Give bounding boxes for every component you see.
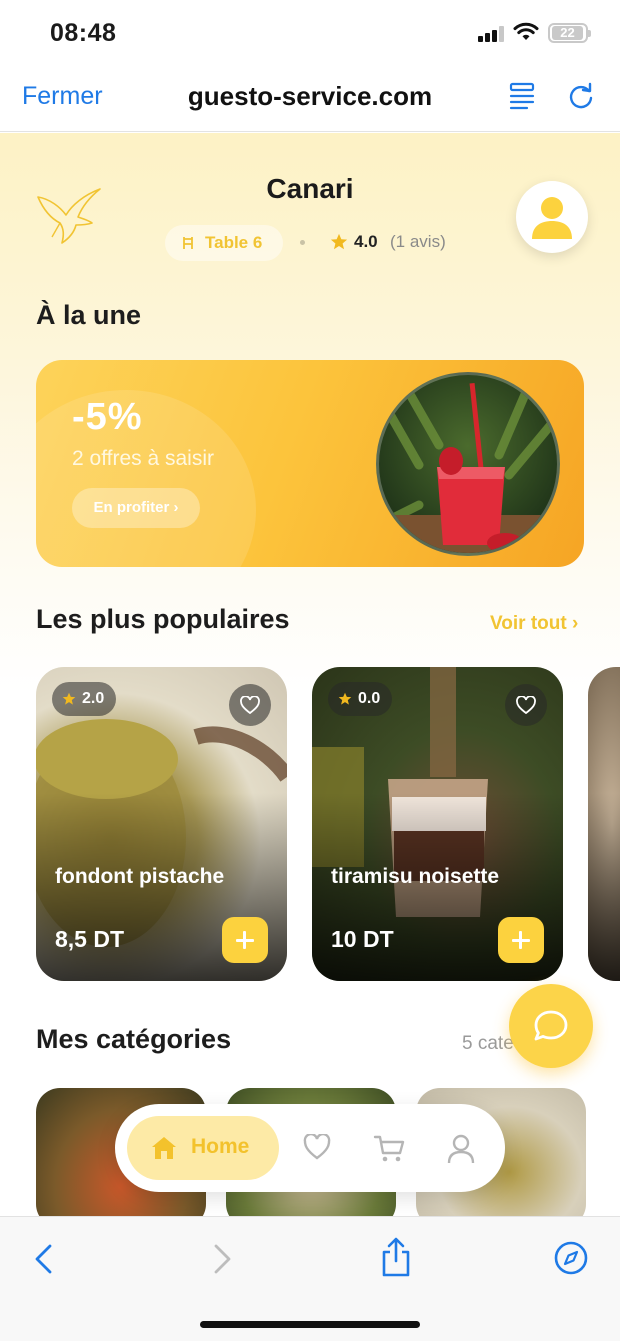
- cellular-signal-icon: [478, 26, 506, 42]
- home-indicator: [200, 1321, 420, 1328]
- nav-cart-icon[interactable]: [373, 1134, 405, 1164]
- add-to-cart-button[interactable]: [222, 917, 268, 963]
- product-rating-badge: 0.0: [328, 682, 393, 716]
- promo-discount: -5%: [72, 396, 143, 438]
- product-rating: 2.0: [82, 690, 105, 707]
- heart-icon: [516, 696, 536, 714]
- nav-favorites-heart-icon[interactable]: [303, 1134, 331, 1160]
- heart-icon: [240, 696, 260, 714]
- product-card-partial[interactable]: [588, 667, 620, 981]
- popular-see-all-link[interactable]: Voir tout ›: [490, 613, 578, 635]
- categories-title: Mes catégories: [36, 1024, 232, 1054]
- separator-dot: [300, 240, 305, 245]
- battery-icon: 22: [548, 23, 591, 43]
- home-icon: [152, 1137, 176, 1159]
- profile-button[interactable]: [516, 181, 588, 253]
- product-rating: 0.0: [358, 690, 381, 707]
- product-card[interactable]: 2.0 fondont pistache 8,5 DT: [36, 667, 287, 981]
- promo-banner[interactable]: -5% 2 offres à saisir En profiter ›: [36, 360, 584, 567]
- star-icon: [62, 692, 76, 705]
- chat-button[interactable]: [509, 984, 593, 1068]
- categories-count[interactable]: 5 cate: [462, 1033, 514, 1055]
- product-rating-badge: 2.0: [52, 682, 117, 716]
- rating-value: 4.0: [354, 232, 378, 251]
- chat-bubble-icon: [534, 1010, 568, 1041]
- bottom-nav: Home: [115, 1104, 505, 1192]
- table-number: Table 6: [205, 233, 263, 252]
- chair-icon: [183, 237, 193, 249]
- favorite-button[interactable]: [505, 684, 547, 726]
- browser-header: Fermer guesto-service.com: [0, 70, 620, 132]
- promo-cta-button[interactable]: En profiter ›: [72, 488, 200, 528]
- share-icon[interactable]: [380, 1237, 412, 1277]
- product-price: 8,5 DT: [55, 926, 125, 952]
- favorite-button[interactable]: [229, 684, 271, 726]
- battery-level: 22: [552, 26, 583, 40]
- forward-chevron-icon[interactable]: [210, 1243, 234, 1275]
- back-chevron-icon[interactable]: [32, 1243, 56, 1275]
- status-time: 08:48: [50, 19, 117, 47]
- featured-title: À la une: [36, 300, 142, 330]
- nav-home[interactable]: Home: [127, 1116, 279, 1180]
- product-card[interactable]: 0.0 tiramisu noisette 10 DT: [312, 667, 563, 981]
- menu-page: Canari Table 6 4.0 (1 avis) À la une -5%…: [0, 133, 620, 1216]
- status-bar: 08:48 22: [0, 0, 620, 70]
- add-to-cart-button[interactable]: [498, 917, 544, 963]
- promo-drink-image: [376, 372, 560, 556]
- product-name: tiramisu noisette: [331, 865, 500, 888]
- product-price: 10 DT: [331, 926, 394, 952]
- table-badge: Table 6: [165, 225, 283, 261]
- nav-profile-user-icon[interactable]: [447, 1134, 475, 1164]
- wifi-icon: [513, 22, 539, 40]
- star-icon: [338, 692, 352, 705]
- promo-offers: 2 offres à saisir: [72, 447, 215, 470]
- star-icon: [330, 233, 348, 250]
- popular-title: Les plus populaires: [36, 604, 290, 634]
- product-name: fondont pistache: [55, 865, 225, 888]
- reader-mode-icon[interactable]: [508, 81, 536, 111]
- review-count: (1 avis): [390, 232, 446, 251]
- reload-icon[interactable]: [566, 81, 596, 111]
- browser-toolbar: [0, 1216, 620, 1341]
- nav-home-label: Home: [191, 1135, 250, 1158]
- safari-compass-icon[interactable]: [554, 1241, 588, 1275]
- user-avatar-icon: [532, 197, 572, 239]
